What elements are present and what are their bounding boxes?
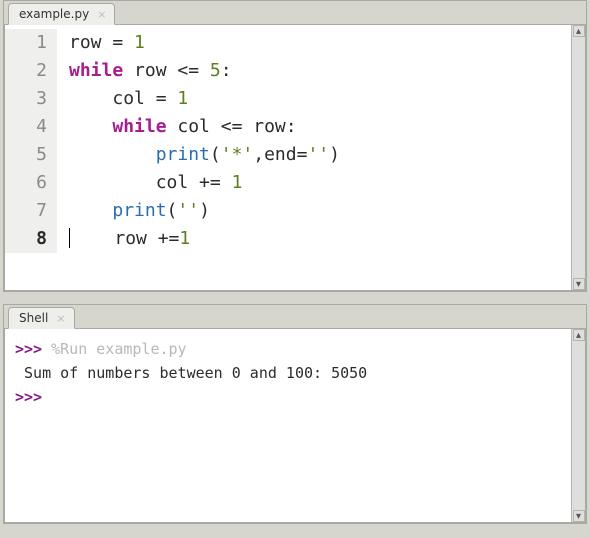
close-icon[interactable]: × xyxy=(97,8,106,21)
line-number: 8 xyxy=(21,225,47,253)
shell-text[interactable]: >>> %Run example.py Sum of numbers betwe… xyxy=(5,329,571,419)
line-number: 4 xyxy=(21,113,47,141)
shell-line: >>> %Run example.py xyxy=(15,337,565,361)
code-line[interactable]: while row <= 5: xyxy=(69,57,340,85)
shell-body: >>> %Run example.py Sum of numbers betwe… xyxy=(4,329,586,523)
code-line[interactable]: col = 1 xyxy=(69,85,340,113)
shell-tab[interactable]: Shell × xyxy=(8,307,75,329)
scroll-down-icon[interactable]: ▾ xyxy=(573,510,585,522)
editor-tab-label: example.py xyxy=(19,7,89,21)
code-line[interactable]: row = 1 xyxy=(69,29,340,57)
editor-tab[interactable]: example.py × xyxy=(8,3,115,25)
line-number: 3 xyxy=(21,85,47,113)
editor-body: 12345678 row = 1while row <= 5: col = 1 … xyxy=(4,25,586,291)
code-area[interactable]: 12345678 row = 1while row <= 5: col = 1 … xyxy=(5,25,571,267)
text-caret xyxy=(69,228,70,248)
editor-pane: example.py × 12345678 row = 1while row <… xyxy=(3,0,587,292)
line-number: 5 xyxy=(21,141,47,169)
code-line[interactable]: while col <= row: xyxy=(69,113,340,141)
shell-line: Sum of numbers between 0 and 100: 5050 xyxy=(15,361,565,385)
line-number: 2 xyxy=(21,57,47,85)
code-line[interactable]: row +=1 xyxy=(69,225,340,253)
code-line[interactable]: print('*',end='') xyxy=(69,141,340,169)
shell-input-line[interactable]: >>> xyxy=(15,385,565,409)
editor-tabbar: example.py × xyxy=(4,1,586,25)
line-number: 6 xyxy=(21,169,47,197)
shell-tabbar: Shell × xyxy=(4,305,586,329)
line-number-gutter: 12345678 xyxy=(5,29,57,253)
scroll-up-icon[interactable]: ▴ xyxy=(573,329,585,341)
code-text[interactable]: row = 1while row <= 5: col = 1 while col… xyxy=(57,29,340,253)
code-line[interactable]: col += 1 xyxy=(69,169,340,197)
shell-scrollbar[interactable]: ▴ ▾ xyxy=(571,329,585,522)
shell-pane: Shell × >>> %Run example.py Sum of numbe… xyxy=(3,304,587,524)
code-line[interactable]: print('') xyxy=(69,197,340,225)
line-number: 7 xyxy=(21,197,47,225)
pane-splitter[interactable] xyxy=(0,292,590,304)
close-icon[interactable]: × xyxy=(56,312,65,325)
editor-scrollbar[interactable]: ▴ ▾ xyxy=(571,25,585,290)
scroll-down-icon[interactable]: ▾ xyxy=(573,278,585,290)
shell-tab-label: Shell xyxy=(19,311,48,325)
line-number: 1 xyxy=(21,29,47,57)
scroll-up-icon[interactable]: ▴ xyxy=(573,25,585,37)
